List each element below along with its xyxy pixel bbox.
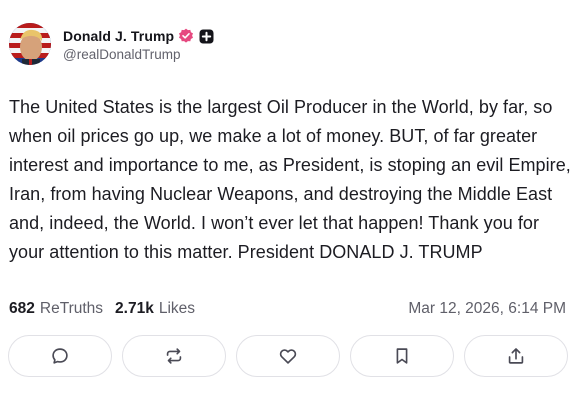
like-icon xyxy=(279,349,297,364)
share-icon xyxy=(508,348,524,364)
post-card: Donald J. Trump @realDonaldTrump The Uni… xyxy=(0,0,582,404)
avatar[interactable] xyxy=(9,23,51,65)
post-stats: 682 ReTruths 2.71k Likes xyxy=(9,300,195,318)
retruths-label[interactable]: ReTruths xyxy=(40,300,103,318)
retruth-button[interactable] xyxy=(122,335,226,377)
post-timestamp[interactable]: Mar 12, 2026, 6:14 PM xyxy=(408,300,566,318)
share-button[interactable] xyxy=(464,335,568,377)
retruths-count[interactable]: 682 xyxy=(9,300,35,318)
like-button[interactable] xyxy=(236,335,340,377)
author-handle[interactable]: @realDonaldTrump xyxy=(63,47,214,62)
likes-count[interactable]: 2.71k xyxy=(115,300,154,318)
action-bar xyxy=(8,335,568,379)
reply-button[interactable] xyxy=(8,335,112,377)
author-identity: Donald J. Trump @realDonaldTrump xyxy=(63,26,214,62)
bookmark-button[interactable] xyxy=(350,335,454,377)
verified-badge-icon xyxy=(178,28,194,44)
plus-badge-icon xyxy=(199,29,214,44)
post-text: The United States is the largest Oil Pro… xyxy=(9,97,571,262)
bookmark-icon xyxy=(396,348,408,364)
author-display-name[interactable]: Donald J. Trump xyxy=(63,28,174,44)
post-header: Donald J. Trump @realDonaldTrump xyxy=(9,23,214,65)
retruth-icon xyxy=(166,348,182,364)
likes-label[interactable]: Likes xyxy=(159,300,195,318)
reply-icon xyxy=(52,348,68,364)
name-row: Donald J. Trump xyxy=(63,26,214,46)
